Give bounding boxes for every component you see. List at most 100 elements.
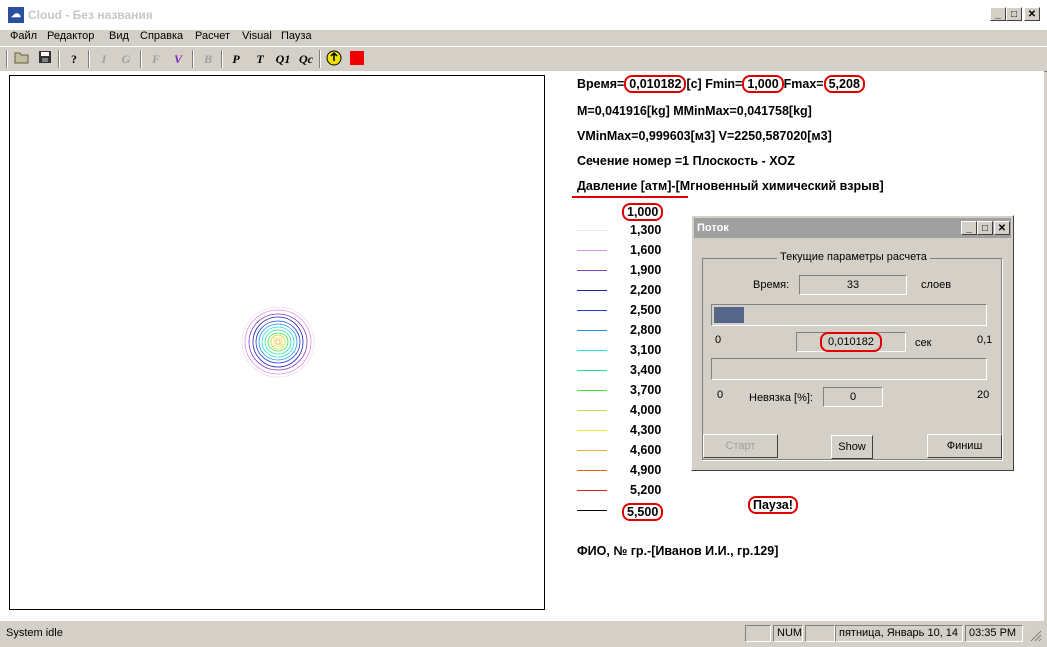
time-unit-fmin-label: [c] Fmin=: [686, 77, 743, 91]
legend-swatch: [577, 390, 607, 391]
contour-plot-canvas[interactable]: [9, 75, 545, 610]
progress2-max: 20: [977, 389, 990, 401]
dialog-title: Поток: [697, 222, 729, 234]
contour-3-4: [264, 329, 292, 355]
toolbar-qc-button[interactable]: Qc: [296, 50, 316, 68]
resize-grip-icon[interactable]: [1030, 630, 1042, 642]
show-button[interactable]: Show: [831, 435, 873, 459]
pressure-underline: [572, 196, 688, 198]
toolbar-separator: [88, 50, 90, 68]
open-folder-icon[interactable]: [12, 50, 32, 68]
time-field-label: Время:: [753, 279, 790, 291]
legend-swatch: [577, 470, 607, 471]
legend-value: 1,600: [630, 243, 662, 257]
legend-swatch: [577, 490, 607, 491]
legend-value: 4,600: [630, 443, 662, 457]
time-progress-fill: [714, 307, 744, 323]
menu-help[interactable]: Справка: [140, 30, 183, 42]
toolbar-p-button[interactable]: P: [226, 50, 246, 68]
menu-file[interactable]: Файл: [10, 30, 37, 42]
pressure-desc: -[Мгновенный химический взрыв]: [671, 179, 884, 193]
contour-1-6: [244, 309, 312, 375]
legend-row: 5,200: [577, 481, 717, 501]
legend-value: 5,200: [630, 483, 662, 497]
legend-value: 4,000: [630, 403, 662, 417]
dialog-minimize-button[interactable]: _: [961, 221, 977, 235]
mass-line: M=0,041916[kg] MMinMax=0,041758[kg]: [577, 104, 812, 118]
volume-line: VMinMax=0,999603[м3] V=2250,587020[м3]: [577, 129, 832, 143]
toolbar-separator: [58, 50, 60, 68]
window-title: Cloud - Без названия: [28, 8, 153, 22]
toolbar-q1-button[interactable]: Q1: [273, 50, 293, 68]
status-bar: System idle NUM пятница, Январь 10, 14 0…: [0, 622, 1047, 647]
start-button[interactable]: Старт: [703, 434, 778, 458]
legend-swatch: [577, 270, 607, 271]
legend-value: 5,500: [622, 503, 664, 521]
pause-label: Пауза!: [748, 496, 798, 514]
fmax-label: Fmax=: [783, 77, 824, 91]
layers-unit: слоев: [921, 279, 952, 291]
toolbar-b-button[interactable]: B: [198, 50, 218, 68]
legend-swatch: [577, 450, 607, 451]
legend-value: 2,500: [630, 303, 662, 317]
time-value-field: 0,010182: [796, 332, 906, 352]
toolbar-f-button[interactable]: F: [146, 50, 166, 68]
stop-square-icon[interactable]: [347, 50, 367, 68]
progress2-min: 0: [717, 389, 724, 401]
dialog-maximize-button[interactable]: □: [977, 221, 993, 235]
progress1-min: 0: [715, 334, 722, 346]
student-line: ФИО, № гр.-[Иванов И.И., гр.129]: [577, 544, 779, 558]
finish-button[interactable]: Финиш: [927, 434, 1002, 458]
status-text: System idle: [6, 627, 63, 639]
legend-swatch: [577, 410, 607, 411]
toolbar-separator: [319, 50, 321, 68]
menu-calc[interactable]: Расчет: [195, 30, 230, 42]
status-num: NUM: [773, 625, 803, 642]
app-cloud-icon[interactable]: ☁: [8, 7, 24, 23]
contour-4-3: [273, 337, 283, 347]
contour-plot: [241, 306, 315, 378]
legend-swatch: [577, 290, 607, 291]
time-value-text: 0,010182: [820, 332, 882, 352]
time-progress-bar: [711, 304, 987, 326]
title-bar: ☁ Cloud - Без названия _ □ ✕: [0, 0, 1047, 30]
pressure-label: Давление [атм]: [577, 179, 672, 193]
time-line: Время= 0,010182 [c] Fmin= 1,000 Fmax= 5,208: [577, 75, 865, 93]
pressure-line: Давление [атм]-[Мгновенный химический вз…: [577, 179, 884, 193]
toolbar-t-button[interactable]: T: [250, 50, 270, 68]
legend-swatch: [577, 350, 607, 351]
maximize-button[interactable]: □: [1006, 7, 1022, 21]
minimize-button[interactable]: _: [990, 7, 1006, 21]
menu-pause[interactable]: Пауза: [281, 30, 312, 42]
menu-view[interactable]: Вид: [109, 30, 129, 42]
dialog-close-button[interactable]: ✕: [994, 221, 1010, 235]
current-params-group: Текущие параметры расчета Время: 33 слое…: [702, 251, 1002, 460]
residual-label: Невязка [%]:: [749, 392, 813, 404]
legend-value: 1,000: [622, 203, 664, 221]
menu-visual[interactable]: Visual: [242, 30, 272, 42]
toolbar-v-button[interactable]: V: [168, 50, 188, 68]
run-circle-icon[interactable]: [324, 50, 344, 68]
group-label: Текущие параметры расчета: [777, 251, 930, 263]
legend-value: 3,400: [630, 363, 662, 377]
toolbar-i-button[interactable]: I: [94, 50, 114, 68]
legend-row: 5,500: [577, 501, 717, 521]
fmax-value: 5,208: [823, 75, 865, 93]
dialog-title-bar[interactable]: Поток _ □ ✕: [694, 218, 1011, 238]
contour-3-1: [261, 326, 295, 358]
contour-4-0: [270, 334, 286, 350]
save-icon[interactable]: [35, 50, 55, 68]
legend-value: 2,800: [630, 323, 662, 337]
help-question-icon[interactable]: ?: [64, 50, 84, 68]
menu-editor[interactable]: Редактор: [47, 30, 94, 42]
status-panel-scroll: [805, 625, 835, 642]
legend-value: 3,100: [630, 343, 662, 357]
status-panel-caps: [745, 625, 771, 642]
legend-value: 1,900: [630, 263, 662, 277]
toolbar-separator: [6, 50, 8, 68]
legend-value: 4,900: [630, 463, 662, 477]
toolbar-separator: [192, 50, 194, 68]
toolbar-g-button[interactable]: G: [116, 50, 136, 68]
close-button[interactable]: ✕: [1024, 7, 1040, 21]
legend-swatch: [577, 370, 607, 371]
